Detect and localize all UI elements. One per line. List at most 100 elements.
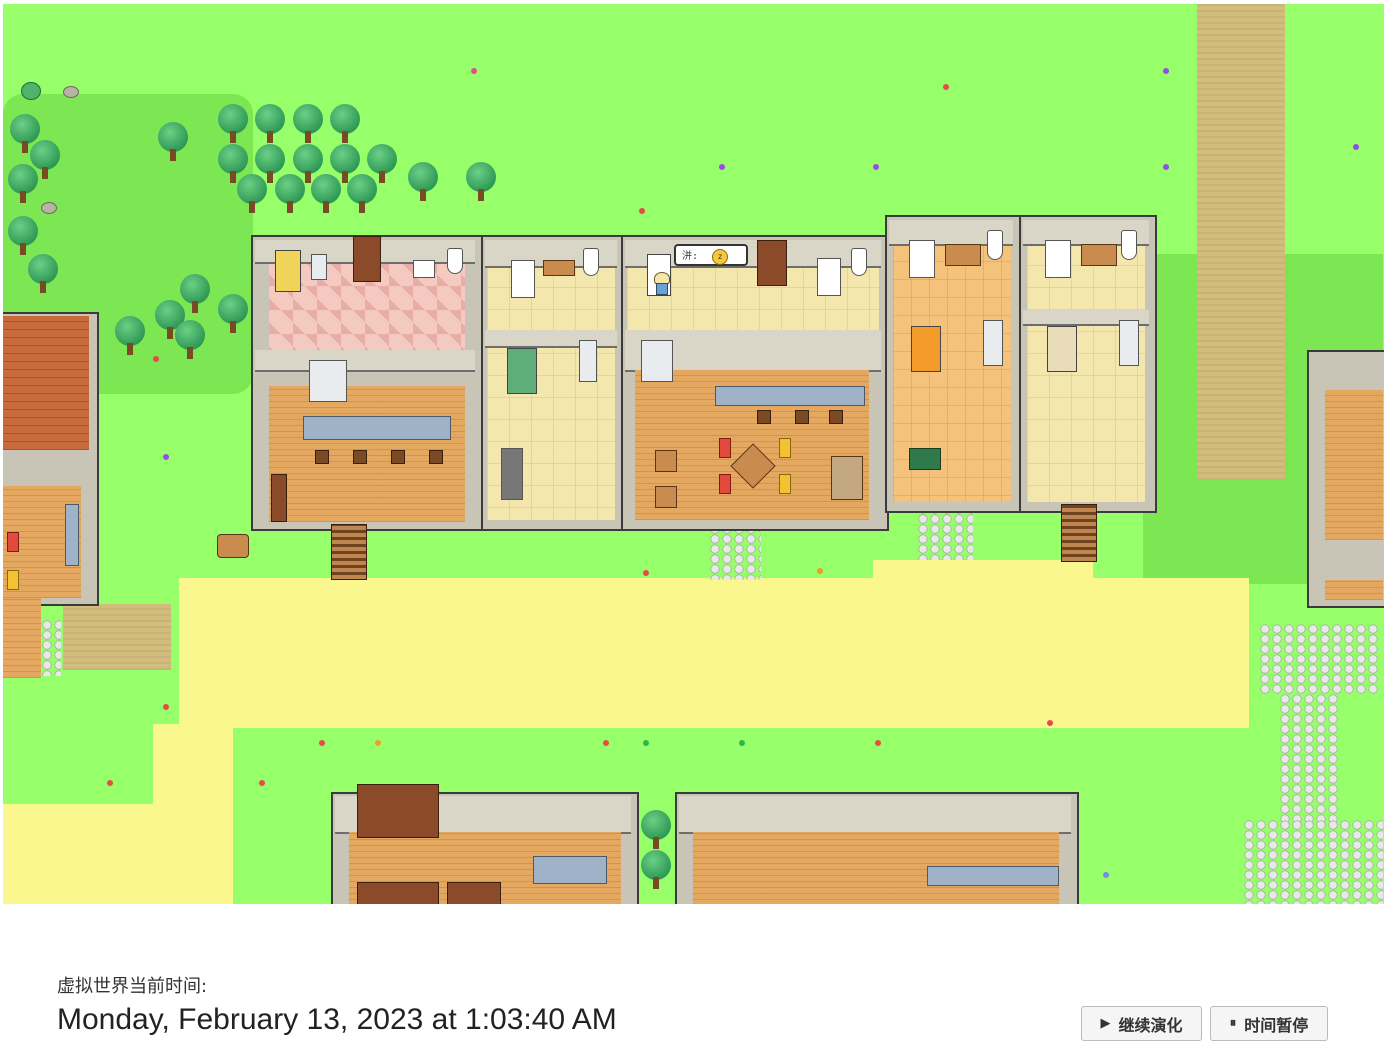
counter [533, 856, 607, 884]
sink [1045, 240, 1071, 278]
flower [739, 740, 745, 746]
tree [216, 104, 250, 148]
table [655, 486, 677, 508]
bush [21, 82, 41, 100]
flower [375, 740, 381, 746]
stool [353, 450, 367, 464]
agent-body [656, 283, 668, 295]
flower [1163, 164, 1169, 170]
floor-brick [3, 316, 89, 450]
agent-character[interactable] [654, 272, 670, 295]
tree [6, 164, 40, 208]
agent-bubble-text: 洴: [682, 251, 699, 262]
wardrobe [983, 320, 1003, 366]
chair [719, 438, 731, 458]
bookshelf [447, 882, 501, 904]
desk [945, 244, 981, 266]
chair [779, 438, 791, 458]
pause-time-button[interactable]: ⏸ 时间暂停 [1210, 1006, 1328, 1041]
play-icon: ▶ [1100, 1016, 1111, 1031]
chair [719, 474, 731, 494]
flower [639, 208, 645, 214]
tree [26, 254, 60, 298]
sand-road [179, 578, 1249, 728]
stepping-stones [41, 620, 61, 676]
flower [259, 780, 265, 786]
rock [41, 202, 57, 214]
bed [911, 326, 941, 372]
tree [328, 104, 362, 148]
inner-wall [679, 796, 1071, 834]
game-world-map: 洴: z [3, 4, 1384, 904]
flower [107, 780, 113, 786]
bookshelf [757, 240, 787, 286]
floor-wood [3, 598, 41, 678]
bookshelf [353, 236, 381, 282]
counter [715, 386, 865, 406]
sink [413, 260, 435, 278]
flower [163, 704, 169, 710]
continue-simulation-label: 继续演化 [1118, 1015, 1183, 1035]
tree [406, 162, 440, 206]
tree [309, 174, 343, 218]
flower [471, 68, 477, 74]
tree [291, 104, 325, 148]
appliance [501, 448, 523, 500]
chair [7, 570, 19, 590]
sink [511, 260, 535, 298]
flower [1047, 720, 1053, 726]
flower [873, 164, 879, 170]
tree [156, 122, 190, 166]
kitchen-counter [303, 416, 451, 440]
treasure-chest [217, 534, 249, 558]
flower [319, 740, 325, 746]
desk [1081, 244, 1117, 266]
inner-wall [255, 350, 475, 372]
flower [943, 84, 949, 90]
toilet [447, 248, 463, 274]
world-time-label: 虚拟世界当前时间: [57, 976, 208, 997]
cabinet [271, 474, 287, 522]
tree [639, 810, 673, 854]
fridge [641, 340, 673, 382]
appliance [311, 254, 327, 280]
tree [464, 162, 498, 206]
rock [63, 86, 79, 98]
wardrobe [1119, 320, 1139, 366]
pause-time-label: 时间暂停 [1244, 1015, 1309, 1035]
floor-wood [1325, 390, 1383, 540]
tree [216, 294, 250, 338]
flower [875, 740, 881, 746]
fridge [309, 360, 347, 402]
stool [795, 410, 809, 424]
stepping-stones [1279, 694, 1339, 824]
tree [235, 174, 269, 218]
pause-icon: ⏸ [1229, 1016, 1237, 1031]
sink [909, 240, 935, 278]
continue-simulation-button[interactable]: ▶ 继续演化 [1081, 1006, 1202, 1041]
flower [153, 356, 159, 362]
flower [1163, 68, 1169, 74]
flower [719, 164, 725, 170]
stool [829, 410, 843, 424]
world-time-value: Monday, February 13, 2023 at 1:03:40 AM [57, 1003, 617, 1036]
inner-wall [485, 330, 617, 348]
dirt-path [1197, 4, 1285, 480]
dirt-path [63, 604, 171, 670]
tree [253, 104, 287, 148]
stool [315, 450, 329, 464]
tree [173, 320, 207, 364]
toilet [1121, 230, 1137, 260]
piano [831, 456, 863, 500]
flower [817, 568, 823, 574]
stairs [1061, 504, 1097, 562]
bed [275, 250, 301, 292]
flower [603, 740, 609, 746]
sand-road [3, 804, 233, 904]
stepping-stones [1243, 820, 1383, 904]
table [655, 450, 677, 472]
tree [113, 316, 147, 360]
bookshelf [357, 784, 439, 838]
stepping-stones [709, 524, 761, 580]
stool [391, 450, 405, 464]
